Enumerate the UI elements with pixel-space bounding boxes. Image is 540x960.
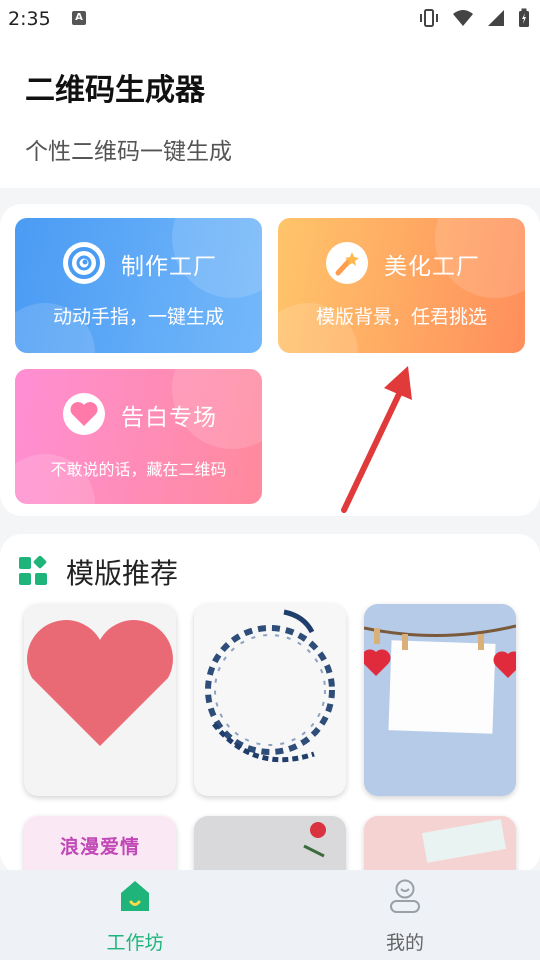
- tab-mine-label: 我的: [385, 932, 424, 954]
- heart-image: [27, 620, 173, 746]
- wifi-icon: [453, 10, 473, 26]
- template-thumb-heart[interactable]: [24, 604, 176, 796]
- tab-mine[interactable]: 我的: [270, 870, 540, 960]
- notification-a-icon: A: [72, 11, 86, 25]
- header: 二维码生成器 个性二维码一键生成: [0, 38, 540, 188]
- status-time: 2:35: [8, 8, 51, 30]
- battery-icon: [519, 8, 529, 27]
- page-subtitle: 个性二维码一键生成: [25, 139, 232, 165]
- templates-panel: 模版推荐 浪漫爱情: [0, 534, 540, 874]
- love-confession-subtitle: 不敢说的话，藏在二维码: [50, 460, 227, 479]
- user-icon: [390, 879, 420, 913]
- template-thumb-clothesline[interactable]: [364, 604, 516, 796]
- magic-wand-icon: [326, 242, 368, 284]
- grid-icon: [19, 556, 47, 585]
- templates-title: 模版推荐: [66, 557, 179, 590]
- pink-pattern-image: [422, 819, 506, 863]
- beautify-factory-card[interactable]: 美化工厂 模版背景，任君挑选: [278, 218, 525, 353]
- feature-cards-panel: 制作工厂 动动手指，一键生成 美化工厂 模版背景，任君挑选 告白专场 不敢说的话…: [0, 204, 540, 516]
- template-romance-label: 浪漫爱情: [59, 836, 140, 858]
- target-icon: [63, 242, 105, 284]
- beautify-factory-title: 美化工厂: [384, 254, 480, 280]
- love-confession-card[interactable]: 告白专场 不敢说的话，藏在二维码: [15, 369, 262, 504]
- red-arrow-annotation: [341, 366, 412, 513]
- make-factory-card[interactable]: 制作工厂 动动手指，一键生成: [15, 218, 262, 353]
- status-bar: 2:35 A: [0, 0, 540, 38]
- heart-icon: [63, 393, 105, 435]
- template-thumb-romance[interactable]: 浪漫爱情: [24, 816, 176, 874]
- page-title: 二维码生成器: [25, 73, 205, 108]
- make-factory-title: 制作工厂: [121, 254, 217, 280]
- signal-icon: [488, 10, 504, 26]
- template-thumb-pink[interactable]: [364, 816, 516, 874]
- make-factory-subtitle: 动动手指，一键生成: [52, 306, 224, 328]
- vibrate-icon: [420, 9, 438, 27]
- tab-workshop[interactable]: 工作坊: [0, 870, 270, 960]
- beautify-factory-subtitle: 模版背景，任君挑选: [315, 306, 487, 328]
- home-icon: [121, 881, 149, 911]
- status-icons: [418, 8, 530, 28]
- bottom-tab-bar: 工作坊 我的: [0, 870, 540, 960]
- template-thumb-flowers[interactable]: [194, 816, 346, 874]
- tab-workshop-label: 工作坊: [106, 932, 164, 954]
- floral-wreath-image: [205, 609, 335, 763]
- hanging-paper-image: [364, 624, 516, 734]
- template-thumb-wreath[interactable]: [194, 604, 346, 796]
- love-confession-title: 告白专场: [121, 405, 217, 431]
- flower-image: [303, 822, 326, 858]
